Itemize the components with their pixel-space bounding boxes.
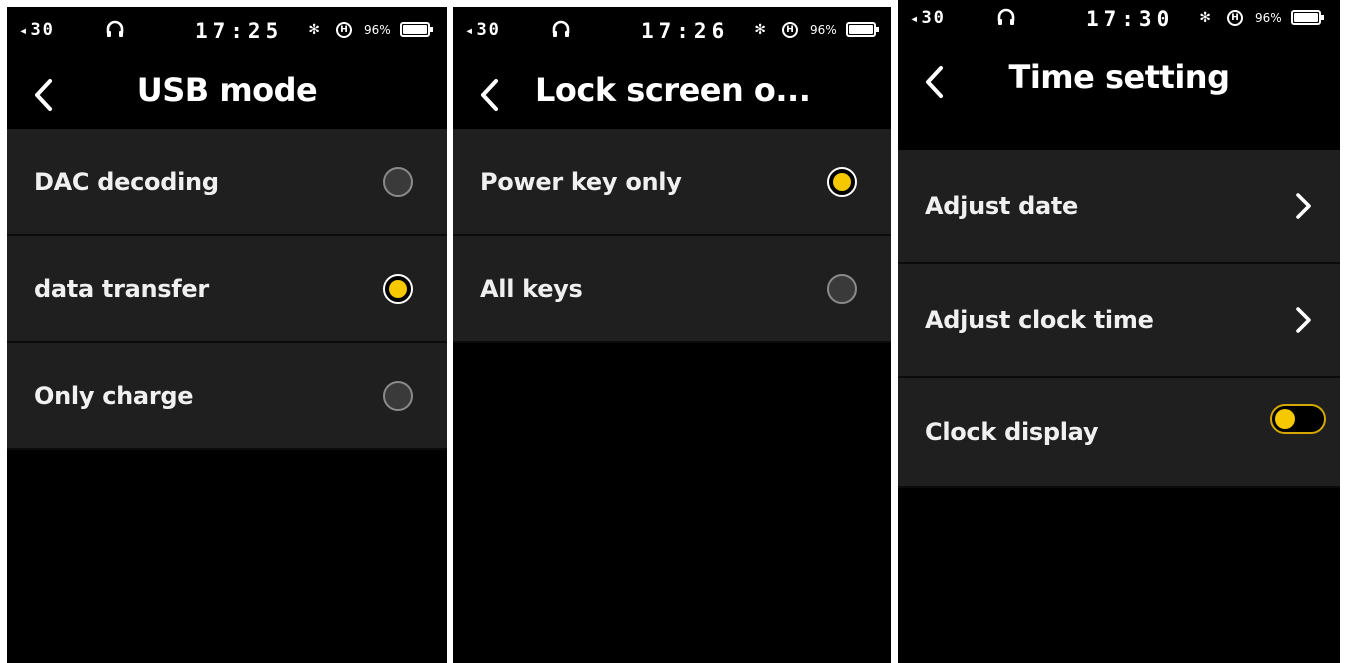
header: USB mode (7, 59, 447, 129)
speaker-icon: ◂ (19, 23, 30, 39)
status-bar: ◂30 17:26 ✻ H 96% (453, 7, 891, 51)
volume-level: 30 (921, 8, 946, 28)
item-label: Clock display (925, 418, 1099, 446)
battery-icon (400, 22, 433, 37)
status-bar: ◂30 17:30 ✻ H 96% (898, 0, 1340, 44)
speaker-icon: ◂ (910, 11, 921, 27)
usb-mode-options: DAC decoding data transfer Only charge (7, 129, 447, 450)
headphones-icon (997, 8, 1015, 25)
radio-button[interactable] (383, 380, 413, 411)
clock-time: 17:30 (1086, 7, 1175, 31)
option-label: DAC decoding (34, 167, 219, 196)
hires-icon: H (782, 22, 798, 38)
volume-level: 30 (30, 20, 55, 40)
hires-icon: H (336, 22, 352, 38)
option-all-keys[interactable]: All keys (453, 236, 891, 343)
battery-percent: 96% (810, 23, 837, 37)
battery-percent: 96% (364, 23, 391, 37)
option-data-transfer[interactable]: data transfer (7, 236, 447, 343)
back-chevron-icon[interactable] (475, 73, 505, 117)
item-adjust-clock-time[interactable]: Adjust clock time (898, 264, 1340, 378)
option-power-key-only[interactable]: Power key only (453, 129, 891, 236)
clock-display-toggle[interactable] (1270, 404, 1326, 434)
option-label: Power key only (480, 167, 682, 196)
radio-button-selected[interactable] (383, 273, 413, 304)
chevron-right-icon (1296, 193, 1311, 219)
headphones-icon (552, 20, 570, 37)
status-bar: ◂30 17:25 ✻ H 96% (7, 7, 447, 51)
option-label: All keys (480, 274, 583, 303)
bluetooth-icon: ✻ (309, 19, 320, 39)
radio-button[interactable] (383, 166, 413, 197)
option-dac-decoding[interactable]: DAC decoding (7, 129, 447, 236)
option-label: data transfer (34, 274, 209, 303)
time-setting-items: Adjust date Adjust clock time Clock disp… (898, 150, 1340, 488)
header: Lock screen o... (453, 59, 891, 129)
speaker-icon: ◂ (465, 23, 476, 39)
screen-lock-screen: ◂30 17:26 ✻ H 96% Lock screen o... Power… (453, 7, 891, 663)
battery-percent: 96% (1255, 11, 1282, 25)
clock-time: 17:26 (641, 19, 730, 43)
item-adjust-date[interactable]: Adjust date (898, 150, 1340, 264)
volume-indicator: ◂30 (910, 8, 946, 28)
bluetooth-icon: ✻ (755, 19, 766, 39)
page-title: USB mode (136, 71, 318, 109)
item-clock-display[interactable]: Clock display (898, 378, 1340, 488)
item-label: Adjust clock time (925, 306, 1154, 334)
volume-level: 30 (476, 20, 501, 40)
radio-button[interactable] (827, 273, 857, 304)
headphones-icon (106, 20, 124, 37)
option-label: Only charge (34, 381, 194, 410)
clock-time: 17:25 (195, 19, 284, 43)
option-only-charge[interactable]: Only charge (7, 343, 447, 450)
battery-icon (846, 22, 879, 37)
page-title: Lock screen o... (535, 71, 811, 109)
chevron-right-icon (1296, 307, 1311, 333)
page-title: Time setting (1008, 58, 1230, 96)
screen-usb-mode: ◂30 17:25 ✻ H 96% USB mode DAC decoding … (7, 7, 447, 663)
bluetooth-icon: ✻ (1200, 7, 1211, 27)
volume-indicator: ◂30 (19, 20, 55, 40)
header: Time setting (898, 52, 1340, 122)
battery-icon (1291, 10, 1324, 25)
lock-screen-options: Power key only All keys (453, 129, 891, 343)
hires-icon: H (1227, 10, 1243, 26)
radio-button-selected[interactable] (827, 166, 857, 197)
screen-time-setting: ◂30 17:30 ✻ H 96% Time setting Adjust da… (898, 0, 1340, 663)
volume-indicator: ◂30 (465, 20, 501, 40)
item-label: Adjust date (925, 192, 1079, 220)
